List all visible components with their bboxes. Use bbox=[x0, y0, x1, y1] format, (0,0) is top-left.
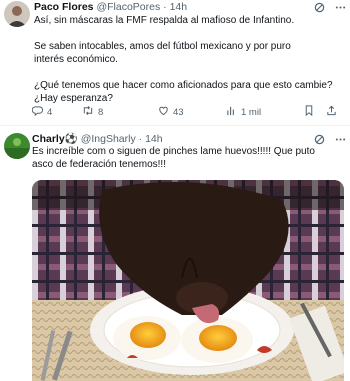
retweet-button[interactable]: 8 bbox=[82, 105, 158, 119]
timestamp[interactable]: 14h bbox=[170, 1, 188, 13]
tweet-paragraph: Se saben intocables, amos del fútbol mex… bbox=[34, 41, 291, 65]
secondary-actions bbox=[304, 105, 337, 119]
tweet-paragraph: ¿Qué tenemos que hacer como aficionados … bbox=[34, 80, 333, 104]
separator: · bbox=[138, 133, 143, 145]
like-button[interactable]: 43 bbox=[158, 105, 226, 119]
author-handle[interactable]: @IngSharly bbox=[81, 133, 136, 145]
separator: · bbox=[163, 1, 167, 13]
heart-icon bbox=[158, 105, 169, 119]
avatar[interactable] bbox=[4, 133, 30, 159]
author-name[interactable]: Charly⚽️ bbox=[32, 133, 78, 145]
reply-icon bbox=[31, 105, 43, 119]
tweet-divider bbox=[0, 125, 350, 126]
retweet-icon bbox=[82, 105, 94, 119]
tweet-text: Así, sin máscaras la FMF respalda al maf… bbox=[34, 14, 334, 105]
author-name[interactable]: Paco Flores bbox=[34, 1, 94, 13]
timestamp[interactable]: 14h bbox=[145, 133, 163, 145]
tweet-actions: 4 8 43 1 mil bbox=[31, 105, 337, 119]
reply-count: 4 bbox=[47, 106, 53, 118]
retweet-count: 8 bbox=[98, 106, 104, 118]
like-count: 43 bbox=[173, 106, 184, 118]
tweet-header: Paco Flores @FlacoPores · 14h bbox=[34, 1, 187, 14]
views-icon bbox=[226, 105, 237, 119]
avatar[interactable] bbox=[4, 1, 30, 27]
author-handle[interactable]: @FlacoPores bbox=[96, 1, 160, 13]
reply-button[interactable]: 4 bbox=[31, 105, 82, 119]
tweet-media-image[interactable] bbox=[32, 180, 344, 381]
tweet-text: Es increíble com o siguen de pinches lam… bbox=[32, 146, 315, 170]
views-button[interactable]: 1 mil bbox=[226, 105, 304, 119]
share-icon[interactable] bbox=[326, 105, 337, 119]
more-icon[interactable] bbox=[335, 2, 346, 16]
views-count: 1 mil bbox=[241, 106, 262, 118]
tweet-paragraph: Así, sin máscaras la FMF respalda al maf… bbox=[34, 15, 295, 26]
bookmark-icon[interactable] bbox=[304, 105, 314, 119]
